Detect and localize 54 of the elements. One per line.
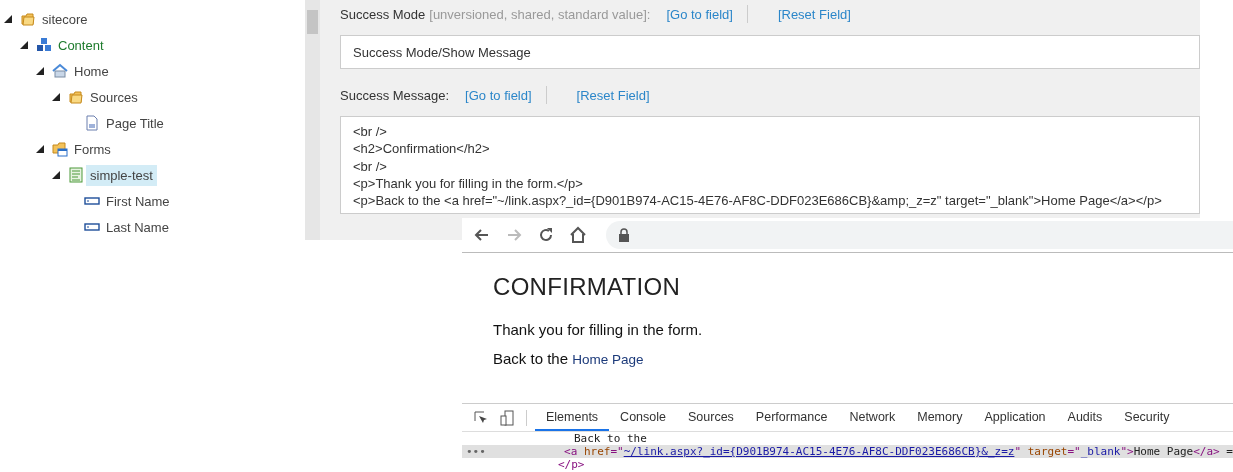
devtools-tab[interactable]: Memory xyxy=(906,404,974,431)
highlighted-code-row[interactable]: ••• <a href="~/link.aspx?_id={D901B974-AC15-4E76-AF8C-DDF023E686CB}&_z=z" target="_blank">Home Page</a> = xyxy=(462,445,1233,458)
field-meta: [unversioned, shared, standard value]: xyxy=(429,6,651,22)
expander-icon[interactable] xyxy=(52,171,60,179)
lock-icon xyxy=(618,228,630,242)
tree-item[interactable]: Page Title xyxy=(102,112,168,134)
expander-icon[interactable] xyxy=(20,41,28,49)
form-icon xyxy=(68,167,84,183)
cubes-icon xyxy=(36,37,52,53)
tree-item[interactable]: sitecore xyxy=(38,8,92,30)
more-dots[interactable]: ••• xyxy=(462,445,491,458)
code-line[interactable]: <a href="~/link.aspx?_id={D901B974-AC15-4E76-AF8C-DDF023E686CB}&_z=z" target="_blank">Home Page</a> = xyxy=(564,445,1233,458)
page-heading: CONFIRMATION xyxy=(493,273,682,301)
folder-icon xyxy=(68,89,84,105)
field-link[interactable]: [Reset Field] xyxy=(576,87,664,103)
tree-item[interactable]: Last Name xyxy=(102,216,173,238)
devtools-tab[interactable]: Console xyxy=(609,404,677,431)
expander-icon[interactable] xyxy=(4,15,12,23)
document-icon xyxy=(84,115,100,131)
home-icon[interactable] xyxy=(568,225,588,245)
devtools-tab[interactable]: Performance xyxy=(744,404,839,431)
folder-form-icon xyxy=(52,141,68,157)
text-field[interactable]: Success Mode/Show Message xyxy=(340,35,1200,69)
expander-icon[interactable] xyxy=(36,67,44,75)
page-paragraph: Thank you for filling in the form. xyxy=(493,321,704,338)
code-link[interactable]: ~/link.aspx?_id={D901B974-AC15-4E76-AF8C-DDF023E686CB}&_z=z xyxy=(623,445,1015,458)
field-label: Success Mode xyxy=(340,6,426,22)
field-link[interactable]: [Go to field] xyxy=(666,6,747,22)
scrollbar-thumb[interactable] xyxy=(307,10,318,34)
tree-item[interactable]: Content xyxy=(54,34,108,56)
code-line: Back to the xyxy=(574,432,647,445)
tree-item[interactable]: Forms xyxy=(70,138,115,160)
page-text: Back to the xyxy=(493,350,570,367)
device-toggle-icon[interactable] xyxy=(499,409,515,426)
tree-item[interactable]: Home xyxy=(70,60,113,82)
tree-item[interactable]: Sources xyxy=(86,86,142,108)
expander-icon[interactable] xyxy=(52,93,60,101)
devtools-tab[interactable]: Network xyxy=(838,404,907,431)
devtools-tab[interactable]: Application xyxy=(973,404,1057,431)
tree-item[interactable]: First Name xyxy=(102,190,174,212)
code-line: </p> xyxy=(558,458,585,471)
tree-item[interactable]: simple-test xyxy=(86,164,157,186)
devtools-tab[interactable]: Audits xyxy=(1056,404,1114,431)
folder-icon xyxy=(20,11,36,27)
house-icon xyxy=(52,63,68,79)
devtools-tab[interactable]: Elements xyxy=(535,404,610,431)
expander-icon[interactable] xyxy=(36,145,44,153)
field-label: Success Message: xyxy=(340,87,450,103)
devtools-tab[interactable]: Sources xyxy=(677,404,745,431)
field-link[interactable]: [Reset Field] xyxy=(777,6,865,22)
field-link[interactable]: [Go to field] xyxy=(465,87,546,103)
home-page-link[interactable]: Home Page xyxy=(572,352,644,367)
html-text-area[interactable]: <br /> <h2>Confirmation</h2> <br /> <p>Thank you for filling in the form.</p> <p>Back to the <a href="~/link.aspx?_id={D901B974-AC15-4E76-AF8C-DDF023E686CB}&amp;_z=z" target="_blank">Home Page</a></p> xyxy=(340,116,1200,214)
devtools-tab[interactable]: Security xyxy=(1113,404,1181,431)
